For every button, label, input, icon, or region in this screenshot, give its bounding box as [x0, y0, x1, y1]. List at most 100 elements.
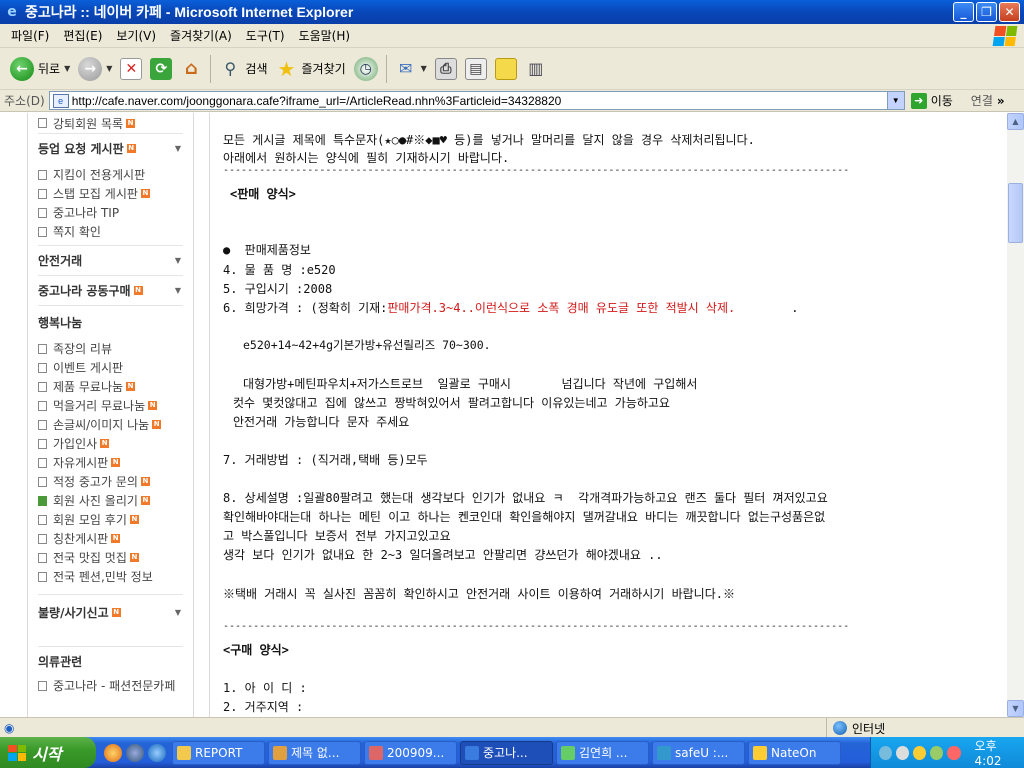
tray-app-icon[interactable]	[896, 745, 910, 760]
sidebar-section[interactable]: 중고나라 공동구매 N ▼	[38, 275, 183, 305]
printer-icon: ⎙	[434, 57, 457, 80]
address-url[interactable]: http://cafe.naver.com/joonggonara.cafe?i…	[72, 94, 562, 108]
windows-flag-icon	[8, 744, 26, 761]
refresh-button[interactable]: ⟳	[146, 52, 176, 86]
chevron-down-icon[interactable]: ▼	[175, 144, 181, 153]
sidebar-item[interactable]: 이벤트 게시판	[38, 358, 183, 377]
new-badge: N	[140, 496, 150, 505]
sidebar-item-label: 회원 모임 후기	[53, 513, 127, 527]
sidebar-section-share[interactable]: 행복나눔	[38, 305, 183, 339]
board-icon	[38, 400, 47, 411]
sidebar-item[interactable]: 회원 사진 올리기 N	[38, 491, 183, 510]
sidebar-item[interactable]: 자유게시판 N	[38, 453, 183, 472]
history-button[interactable]: ◷	[350, 52, 382, 86]
sidebar-item[interactable]: 전국 펜션,민박 정보	[38, 567, 183, 586]
close-button[interactable]: ✕	[999, 2, 1020, 22]
taskbar-task[interactable]: NateOn	[748, 740, 841, 765]
menu-view[interactable]: 보기(V)	[109, 27, 163, 44]
minimize-button[interactable]: _	[953, 2, 974, 22]
sidebar-item[interactable]: 쪽지 확인	[38, 222, 183, 241]
chevron-down-icon[interactable]: ▼	[886, 92, 904, 109]
go-button[interactable]: ➜ 이동	[910, 92, 953, 109]
search-button[interactable]: ⚲ 검색	[215, 52, 271, 86]
vertical-scrollbar[interactable]: ▲ ▼	[1007, 113, 1024, 717]
taskbar-task[interactable]: REPORT	[172, 740, 265, 765]
sidebar-item[interactable]: 가입인사 N	[38, 434, 183, 453]
sidebar-item[interactable]: 회원 모임 후기 N	[38, 510, 183, 529]
menu-file[interactable]: 파일(F)	[4, 27, 56, 44]
research-button[interactable]: ▥	[521, 52, 551, 86]
sidebar-item[interactable]: 칭찬게시판 N	[38, 529, 183, 548]
sidebar-item-label: 칭찬게시판	[53, 532, 109, 546]
mail-button[interactable]: ✉ ▼	[391, 52, 431, 86]
sidebar-item[interactable]: 적정 중고가 문의 N	[38, 472, 183, 491]
ie-logo-icon: e	[7, 4, 17, 20]
chevron-down-icon[interactable]: ▼	[106, 64, 112, 73]
title-bar[interactable]: e 중고나라 :: 네이버 카페 - Microsoft Internet Ex…	[0, 0, 1024, 24]
chevron-down-icon[interactable]: ▼	[175, 608, 181, 617]
address-input[interactable]: e http://cafe.naver.com/joonggonara.cafe…	[48, 91, 905, 110]
taskbar-task[interactable]: safeU :...	[652, 740, 745, 765]
chevron-left-icon[interactable]	[879, 745, 893, 760]
sidebar-item-label: 쪽지 확인	[53, 225, 101, 239]
sidebar-item-label: 가입인사	[53, 437, 98, 451]
chevron-right-icon[interactable]: »	[997, 94, 1005, 108]
taskbar-task[interactable]: 중고나...	[460, 740, 553, 765]
scroll-down-button[interactable]: ▼	[1007, 700, 1024, 717]
task-label: REPORT	[195, 745, 243, 760]
address-bar: 주소(D) e http://cafe.naver.com/joonggonar…	[0, 90, 1024, 112]
favorites-button[interactable]: ★ 즐겨찾기	[272, 52, 350, 86]
menu-favorites[interactable]: 즐겨찾기(A)	[163, 27, 239, 44]
sidebar-item[interactable]: 족장의 리뷰	[38, 339, 183, 358]
firefox-icon[interactable]	[104, 743, 122, 762]
sidebar-item[interactable]: 지킴이 전용게시판	[38, 165, 183, 184]
note-icon	[494, 57, 517, 80]
sidebar-item[interactable]: 손글씨/이미지 나눔 N	[38, 415, 183, 434]
print-button[interactable]: ⎙	[431, 52, 461, 86]
sidebar-item-label: 회원 사진 올리기	[53, 494, 138, 508]
sidebar-item[interactable]: 중고나라 TIP	[38, 203, 183, 222]
sidebar-item[interactable]: 중고나라 - 패션전문카페	[38, 676, 183, 695]
chevron-down-icon[interactable]: ▼	[64, 64, 70, 73]
ie-icon[interactable]	[148, 743, 166, 762]
start-button[interactable]: 시작	[0, 737, 96, 768]
chevron-down-icon[interactable]: ▼	[175, 286, 181, 295]
sidebar-item-label: 전국 펜션,민박 정보	[53, 570, 153, 584]
home-icon: ⌂	[184, 58, 198, 79]
sidebar-section[interactable]: 안전거래 ▼	[38, 245, 183, 275]
sidebar-section-clothing[interactable]: 의류관련	[38, 646, 183, 676]
menu-edit[interactable]: 편집(E)	[56, 27, 109, 44]
clock[interactable]: 오후 4:02	[975, 737, 1024, 768]
tray-app-icon[interactable]	[913, 745, 927, 760]
sidebar-item[interactable]: 먹을거리 무료나눔 N	[38, 396, 183, 415]
tray-app-icon[interactable]	[947, 745, 961, 760]
menu-tools[interactable]: 도구(T)	[239, 27, 292, 44]
edit-button[interactable]: ▤	[461, 52, 491, 86]
sidebar-section[interactable]: 등업 요청 게시판 N ▼	[38, 133, 183, 163]
discuss-button[interactable]	[491, 52, 521, 86]
scroll-up-button[interactable]: ▲	[1007, 113, 1024, 130]
stop-button[interactable]: ✕	[116, 52, 146, 86]
maximize-button[interactable]: ❐	[976, 2, 997, 22]
forward-button[interactable]: → ▼	[74, 52, 116, 86]
chevron-down-icon[interactable]: ▼	[175, 256, 181, 265]
back-button[interactable]: ← 뒤로 ▼	[6, 52, 74, 86]
sidebar-item[interactable]: 제품 무료나눔 N	[38, 377, 183, 396]
tray-app-icon[interactable]	[930, 745, 944, 760]
sidebar-item[interactable]: 스탭 모집 게시판 N	[38, 184, 183, 203]
taskbar-task[interactable]: 김연희 ...	[556, 740, 649, 765]
taskbar-task[interactable]: 제목 없...	[268, 740, 361, 765]
desired-price: 6. 희망가격 : (정확히 기재:판매가격.3~4..이런식으로 소폭 경매 …	[223, 301, 799, 315]
sidebar-item-banned-members[interactable]: 강퇴회원 목록 N	[38, 113, 183, 133]
scroll-thumb[interactable]	[1008, 183, 1023, 243]
system-tray: 오후 4:02	[870, 737, 1024, 768]
media-icon[interactable]	[126, 743, 144, 762]
sidebar-item[interactable]: 전국 맛집 멋집 N	[38, 548, 183, 567]
home-button[interactable]: ⌂	[176, 52, 206, 86]
sidebar-section-report[interactable]: 불량/사기신고 N ▼	[38, 594, 183, 630]
links-button[interactable]: 연결	[971, 92, 993, 109]
taskbar-task[interactable]: 200909...	[364, 740, 457, 765]
menu-help[interactable]: 도움말(H)	[292, 27, 358, 44]
new-badge: N	[100, 439, 110, 448]
chevron-down-icon[interactable]: ▼	[421, 64, 427, 73]
